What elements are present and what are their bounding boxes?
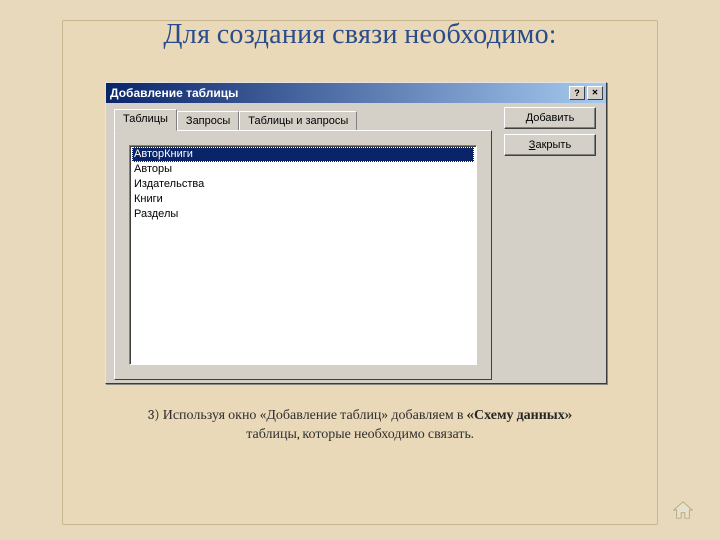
list-item[interactable]: Разделы — [132, 207, 474, 222]
titlebar: Добавление таблицы ? ✕ — [106, 83, 606, 103]
tab-panel: АвторКниги Авторы Издательства Книги Раз… — [114, 130, 492, 380]
list-item[interactable]: Книги — [132, 192, 474, 207]
tab-tables[interactable]: Таблицы — [114, 109, 177, 131]
list-item[interactable]: Авторы — [132, 162, 474, 177]
tables-listbox[interactable]: АвторКниги Авторы Издательства Книги Раз… — [129, 145, 477, 365]
tabstrip: Таблицы Запросы Таблицы и запросы — [114, 109, 598, 130]
tab-queries[interactable]: Запросы — [177, 111, 239, 130]
dialog-title: Добавление таблицы — [110, 86, 569, 100]
close-icon[interactable]: ✕ — [587, 86, 603, 100]
instruction-caption: 3) Используя окно «Добавление таблиц» до… — [0, 406, 720, 444]
help-button[interactable]: ? — [569, 86, 585, 100]
tab-tables-and-queries[interactable]: Таблицы и запросы — [239, 111, 357, 130]
home-icon[interactable] — [672, 500, 694, 520]
close-button[interactable]: Закрыть — [504, 134, 596, 156]
add-table-dialog: Добавление таблицы ? ✕ Таблицы Запросы Т… — [105, 82, 607, 384]
list-item[interactable]: АвторКниги — [132, 147, 474, 162]
page-title: Для создания связи необходимо: — [0, 18, 720, 51]
list-item[interactable]: Издательства — [132, 177, 474, 192]
